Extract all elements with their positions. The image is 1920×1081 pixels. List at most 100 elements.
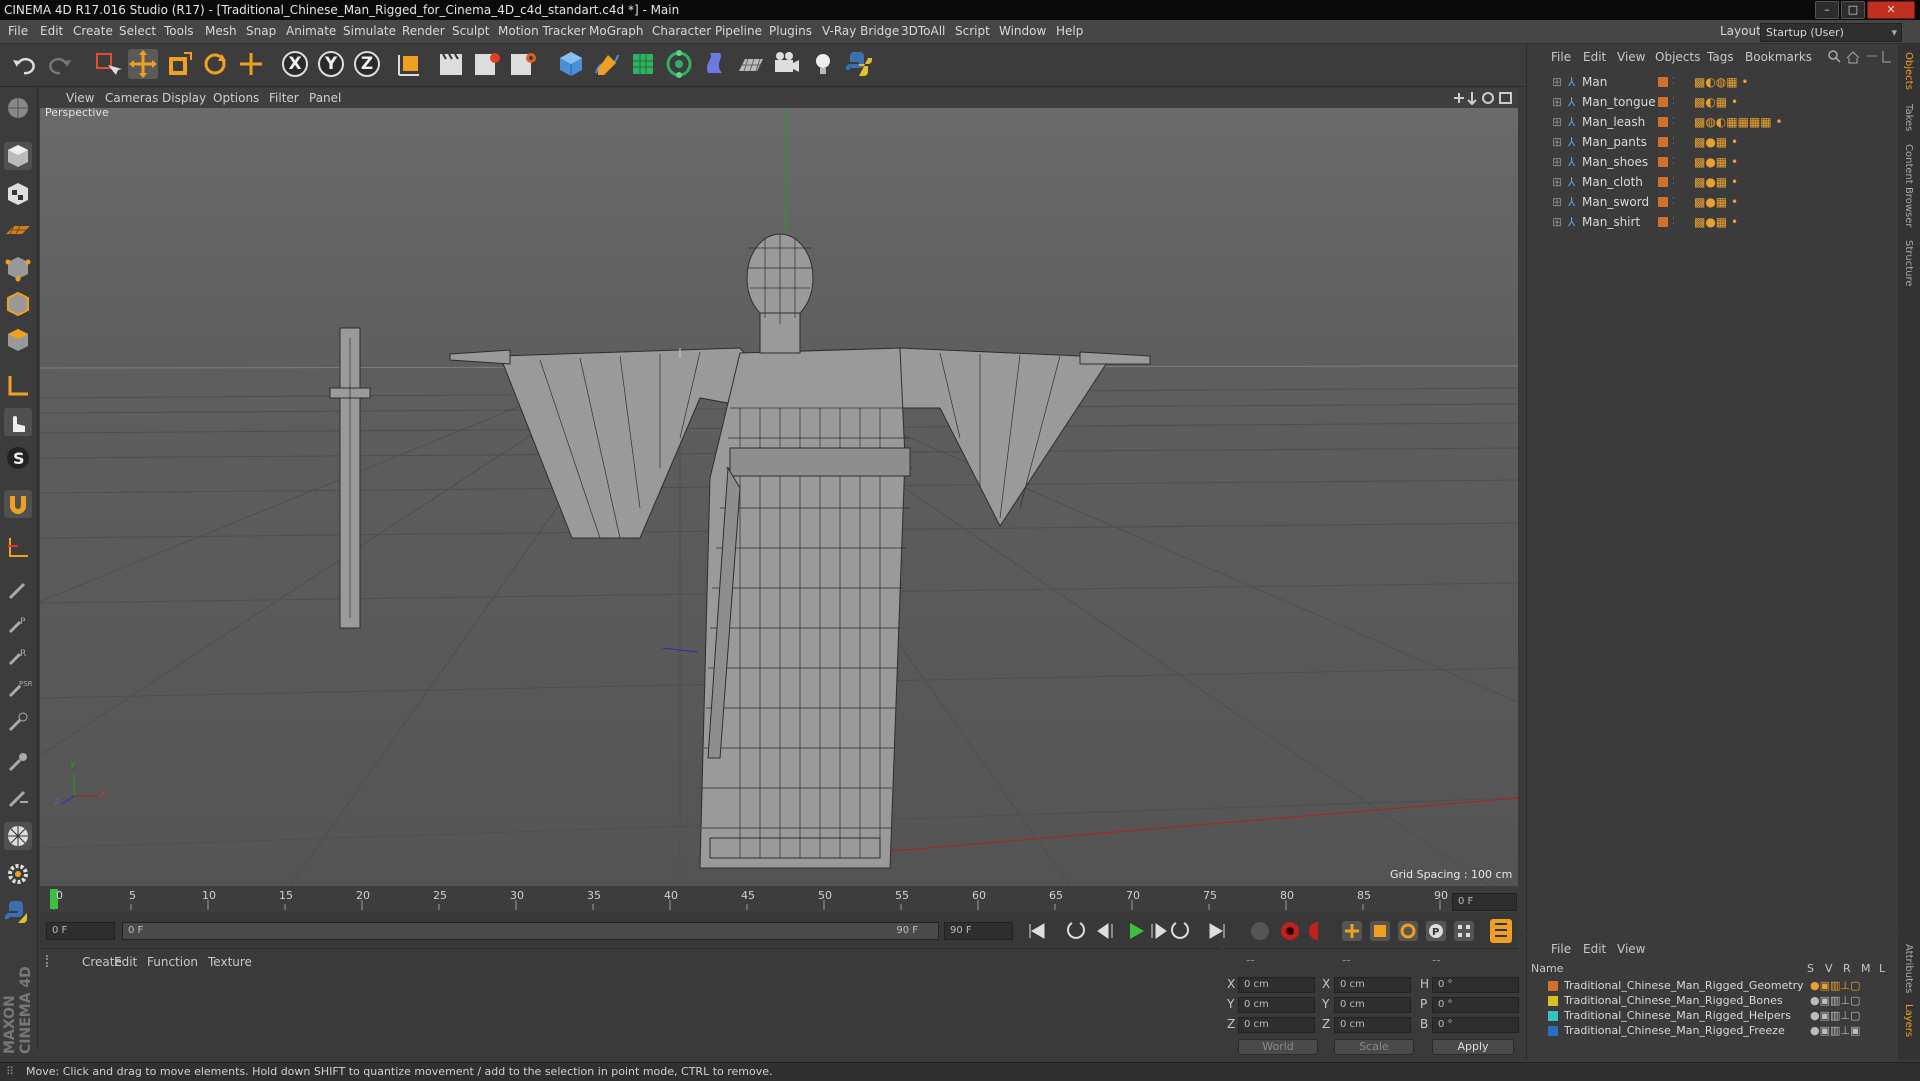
layer-header-solo[interactable]: S <box>1807 962 1814 975</box>
snap-button[interactable]: S <box>4 444 32 472</box>
coordinate-system-button[interactable] <box>394 49 424 79</box>
layout-dropdown[interactable]: Startup (User) ▾ <box>1760 23 1902 42</box>
layer-color-swatch[interactable] <box>1548 1026 1558 1036</box>
layer-header-name[interactable]: Name <box>1531 962 1563 975</box>
visibility-dots-icon[interactable]: ⁚ <box>1672 112 1675 132</box>
redo-button[interactable] <box>44 49 74 79</box>
end-frame-field[interactable]: 90 F <box>944 922 1013 940</box>
expand-icon[interactable]: ⊞ <box>1552 192 1562 212</box>
size-z-field[interactable]: 0 cm <box>1334 1017 1411 1033</box>
axis-x-button[interactable]: X <box>280 49 310 79</box>
add-nurbs-button[interactable] <box>628 49 658 79</box>
smooth-brush-button[interactable] <box>4 708 32 736</box>
layer-row-geometry[interactable]: Traditional_Chinese_Man_Rigged_Geometry … <box>1530 978 1894 993</box>
menu-pipeline[interactable]: Pipeline <box>715 20 762 43</box>
viewport-menu-options[interactable]: Options <box>213 88 259 108</box>
panel-grip-icon[interactable] <box>46 955 58 967</box>
objects-menu-tags[interactable]: Tags <box>1707 50 1734 64</box>
object-row-man-shirt[interactable]: ⊞ ⅄ Man_shirt ⁚ ▩●▦ • <box>1530 212 1894 232</box>
menu-window[interactable]: Window <box>999 20 1046 43</box>
menu-edit[interactable]: Edit <box>40 20 63 43</box>
objects-menu-bookmarks[interactable]: Bookmarks <box>1745 50 1812 64</box>
edges-mode-button[interactable] <box>4 290 32 318</box>
workplane-mode-button[interactable] <box>4 216 32 244</box>
layers-menu-view[interactable]: View <box>1617 942 1645 956</box>
layers-menu-edit[interactable]: Edit <box>1583 942 1606 956</box>
layer-header-view[interactable]: V <box>1825 962 1833 975</box>
tag-icons[interactable]: ▩●▦ • <box>1694 152 1738 172</box>
render-picture-viewer-button[interactable] <box>472 49 502 79</box>
axis-mode-button[interactable] <box>4 372 32 400</box>
objects-menu-edit[interactable]: Edit <box>1583 50 1606 64</box>
layers-menu-file[interactable]: File <box>1551 942 1571 956</box>
layer-row-bones[interactable]: Traditional_Chinese_Man_Rigged_Bones ●▣▥… <box>1530 993 1894 1008</box>
menu-create[interactable]: Create <box>73 20 113 43</box>
tweak-mode-button[interactable] <box>4 408 32 436</box>
objects-menu-view[interactable]: View <box>1617 50 1645 64</box>
expand-icon[interactable]: ⊞ <box>1552 132 1562 152</box>
pose-tool-button[interactable]: P <box>4 610 32 638</box>
object-row-man-pants[interactable]: ⊞ ⅄ Man_pants ⁚ ▩●▦ • <box>1530 132 1894 152</box>
frame-range-slider[interactable]: 0 F 90 F <box>122 922 939 940</box>
visibility-dots-icon[interactable]: ⁚ <box>1672 172 1675 192</box>
move-tool-button[interactable] <box>128 49 158 79</box>
visibility-dots-icon[interactable]: ⁚ <box>1672 92 1675 112</box>
timeline-ruler[interactable] <box>40 886 1518 912</box>
last-tool-button[interactable] <box>236 49 266 79</box>
magnet-button[interactable] <box>4 490 32 518</box>
visibility-dots-icon[interactable]: ⁚ <box>1672 212 1675 232</box>
object-row-man-leash[interactable]: ⊞ ⅄ Man_leash ⁚ ▩◍◐▦▦▦▦ • <box>1530 112 1894 132</box>
tab-structure[interactable]: Structure <box>1903 240 1914 287</box>
tag-icons[interactable]: ▩●▦ • <box>1694 132 1738 152</box>
add-environment-button[interactable] <box>736 49 766 79</box>
start-frame-field[interactable]: 0 F <box>46 922 115 940</box>
rotation-b-field[interactable]: 0 ° <box>1432 1017 1519 1033</box>
layer-header-locked[interactable]: L <box>1879 962 1885 975</box>
menu-mograph[interactable]: MoGraph <box>589 20 644 43</box>
visibility-dots-icon[interactable]: ⁚ <box>1672 192 1675 212</box>
tab-objects[interactable]: Objects <box>1903 52 1914 90</box>
layer-row-freeze[interactable]: Traditional_Chinese_Man_Rigged_Freeze ●▣… <box>1530 1023 1894 1038</box>
tag-icons[interactable]: ▩●▦ • <box>1694 212 1738 232</box>
minimize-button[interactable]: – <box>1815 1 1839 19</box>
layer-row-helpers[interactable]: Traditional_Chinese_Man_Rigged_Helpers ●… <box>1530 1008 1894 1023</box>
layer-flags-icons[interactable]: ●▣▥⊥▢ <box>1810 978 1860 993</box>
object-row-man[interactable]: ⊞ ⅄ Man ⁚ ▩◐◍▦ • <box>1530 72 1894 92</box>
menu-select[interactable]: Select <box>119 20 156 43</box>
make-editable-button[interactable] <box>4 94 32 122</box>
layer-header-render[interactable]: R <box>1843 962 1851 975</box>
menu-motion-tracker[interactable]: Motion Tracker <box>498 20 586 43</box>
menu-snap[interactable]: Snap <box>246 20 276 43</box>
add-spline-button[interactable] <box>592 49 622 79</box>
live-selection-button[interactable] <box>92 49 122 79</box>
material-menu-texture[interactable]: Texture <box>208 955 252 969</box>
axis-z-button[interactable]: Z <box>352 49 382 79</box>
tab-takes[interactable]: Takes <box>1903 104 1914 131</box>
layer-header-manager[interactable]: M <box>1861 962 1871 975</box>
add-mograph-button[interactable] <box>664 49 694 79</box>
viewport-menu-panel[interactable]: Panel <box>309 88 341 108</box>
menu-simulate[interactable]: Simulate <box>343 20 396 43</box>
rotation-p-field[interactable]: 0 ° <box>1432 997 1519 1013</box>
position-z-field[interactable]: 0 cm <box>1238 1017 1315 1033</box>
psr-brush-button[interactable]: PSR <box>4 674 33 702</box>
menu-help[interactable]: Help <box>1056 20 1083 43</box>
object-row-man-cloth[interactable]: ⊞ ⅄ Man_cloth ⁚ ▩●▦ • <box>1530 172 1894 192</box>
add-cube-button[interactable] <box>556 49 586 79</box>
model-mode-button[interactable] <box>4 142 32 170</box>
close-button[interactable]: ✕ <box>1867 1 1915 19</box>
xpresso-button[interactable] <box>4 860 32 888</box>
coord-mode-dropdown[interactable]: World <box>1238 1039 1318 1055</box>
undo-button[interactable] <box>10 49 40 79</box>
object-row-man-sword[interactable]: ⊞ ⅄ Man_sword ⁚ ▩●▦ • <box>1530 192 1894 212</box>
expand-icon[interactable]: ⊞ <box>1552 152 1562 172</box>
render-settings-button[interactable] <box>508 49 538 79</box>
add-light-button[interactable] <box>808 49 838 79</box>
tag-icons[interactable]: ▩◍◐▦▦▦▦ • <box>1694 112 1783 132</box>
size-mode-dropdown[interactable]: Scale <box>1334 1039 1414 1055</box>
points-mode-button[interactable] <box>4 254 32 282</box>
layer-flags-icons[interactable]: ●▣▥⊥▣ <box>1810 1023 1860 1038</box>
workplane-button[interactable] <box>4 534 32 562</box>
position-x-field[interactable]: 0 cm <box>1238 977 1315 993</box>
viewport-menu-cameras[interactable]: Cameras <box>105 88 158 108</box>
